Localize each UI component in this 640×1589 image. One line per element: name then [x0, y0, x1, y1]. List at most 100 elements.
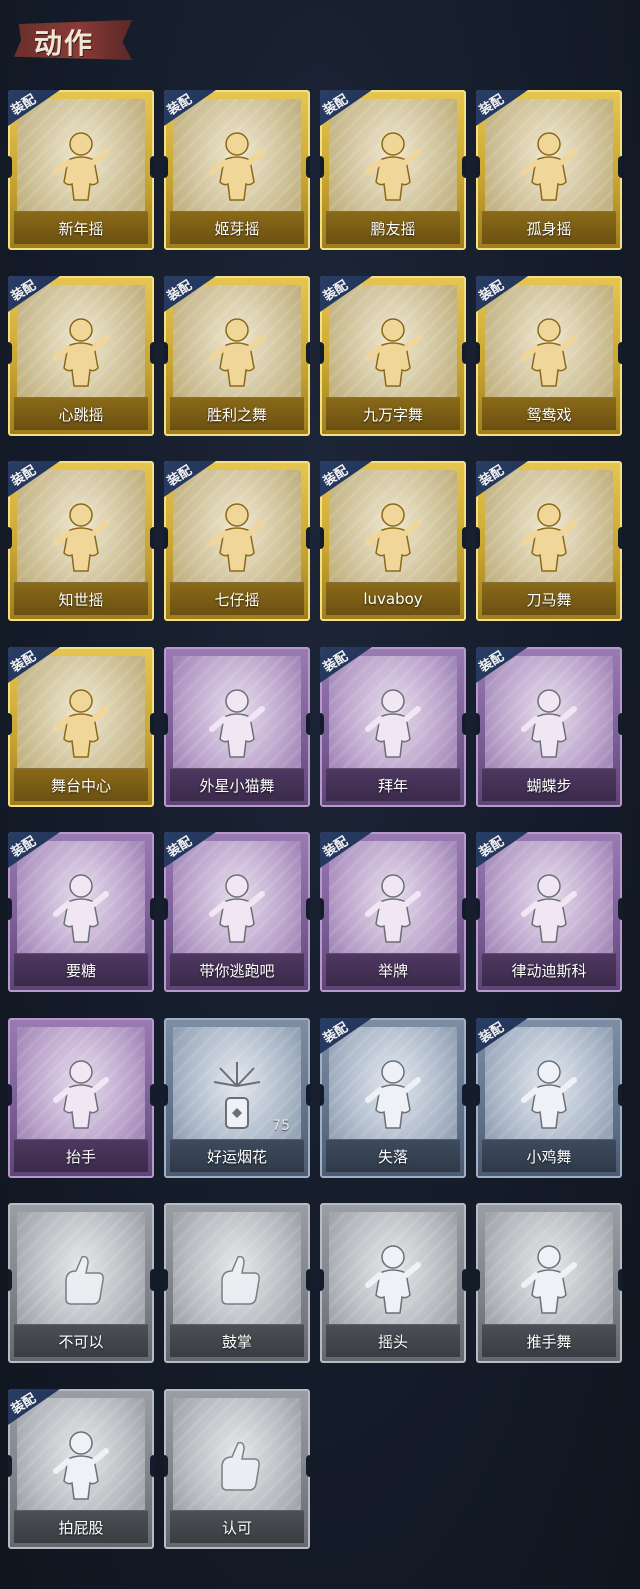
emote-card[interactable]: 拜年 装配: [320, 647, 466, 807]
emote-name: 知世摇: [14, 582, 148, 615]
card-notch: [8, 527, 12, 549]
emote-name: 失落: [326, 1139, 460, 1172]
card-notch: [320, 1084, 324, 1106]
emote-name: 鸳鸯戏: [482, 397, 616, 430]
emote-grid: 新年摇 装配 姬芽摇 装配 鹏友摇 装配 孤身摇 装配 心跳摇 装配 胜利之舞 …: [0, 0, 640, 1589]
emote-card[interactable]: 认可: [164, 1389, 310, 1549]
emote-card[interactable]: 心跳摇 装配: [8, 276, 154, 436]
card-notch: [618, 713, 622, 735]
card-notch: [150, 342, 154, 364]
sign-holding-figure-icon: [358, 870, 428, 948]
card-notch: [476, 898, 480, 920]
emote-name: 舞台中心: [14, 768, 148, 801]
card-notch: [462, 156, 466, 178]
emote-card[interactable]: 舞台中心 装配: [8, 647, 154, 807]
card-notch: [8, 156, 12, 178]
thumbs-up-icon: [202, 1427, 272, 1505]
dancer-figure-icon: [46, 314, 116, 392]
emote-card[interactable]: 不可以: [8, 1203, 154, 1363]
card-notch: [306, 156, 310, 178]
emote-card[interactable]: 举牌 装配: [320, 832, 466, 992]
emote-name: 好运烟花: [170, 1139, 304, 1172]
card-notch: [462, 1269, 466, 1291]
card-notch: [618, 342, 622, 364]
card-notch: [8, 898, 12, 920]
raising-hand-figure-icon: [46, 1056, 116, 1134]
card-notch: [618, 898, 622, 920]
emote-name: 拍屁股: [14, 1510, 148, 1543]
card-notch: [150, 1269, 154, 1291]
emote-card[interactable]: 抬手: [8, 1018, 154, 1178]
dancer-figure-icon: [514, 499, 584, 577]
emote-card[interactable]: 胜利之舞 装配: [164, 276, 310, 436]
emote-card[interactable]: 推手舞: [476, 1203, 622, 1363]
emote-card[interactable]: 好运烟花 75: [164, 1018, 310, 1178]
emote-card[interactable]: 姬芽摇 装配: [164, 90, 310, 250]
card-notch: [8, 1269, 12, 1291]
emote-name: 摇头: [326, 1324, 460, 1357]
dancer-figure-icon: [514, 685, 584, 763]
emote-name: 七仔摇: [170, 582, 304, 615]
card-notch: [306, 1269, 310, 1291]
card-notch: [320, 156, 324, 178]
dancer-figure-icon: [202, 499, 272, 577]
emote-name: 九万字舞: [326, 397, 460, 430]
emote-name: 新年摇: [14, 211, 148, 244]
emote-card[interactable]: 蝴蝶步 装配: [476, 647, 622, 807]
emote-name: 鹏友摇: [326, 211, 460, 244]
emote-card[interactable]: 小鸡舞 装配: [476, 1018, 622, 1178]
emote-name: 孤身摇: [482, 211, 616, 244]
emote-name: 举牌: [326, 953, 460, 986]
emote-card[interactable]: 九万字舞 装配: [320, 276, 466, 436]
emote-card[interactable]: 失落 装配: [320, 1018, 466, 1178]
emote-name: 胜利之舞: [170, 397, 304, 430]
emote-name: luvaboy: [326, 582, 460, 615]
emote-card[interactable]: luvaboy 装配: [320, 461, 466, 621]
card-notch: [150, 1455, 154, 1477]
card-notch: [462, 1084, 466, 1106]
card-notch: [476, 1084, 480, 1106]
emote-name: 心跳摇: [14, 397, 148, 430]
card-notch: [8, 1084, 12, 1106]
emote-name: 蝴蝶步: [482, 768, 616, 801]
emote-name: 不可以: [14, 1324, 148, 1357]
emote-card[interactable]: 知世摇 装配: [8, 461, 154, 621]
dancer-figure-icon: [514, 128, 584, 206]
emote-card[interactable]: 孤身摇 装配: [476, 90, 622, 250]
emote-name: 推手舞: [482, 1324, 616, 1357]
card-notch: [150, 898, 154, 920]
emote-card[interactable]: 律动迪斯科 装配: [476, 832, 622, 992]
crawling-figure-icon: [358, 1056, 428, 1134]
emote-card[interactable]: 外星小猫舞: [164, 647, 310, 807]
emote-card[interactable]: 鼓掌: [164, 1203, 310, 1363]
card-notch: [164, 1269, 168, 1291]
card-notch: [476, 1269, 480, 1291]
emote-card[interactable]: 鸳鸯戏 装配: [476, 276, 622, 436]
card-notch: [150, 1084, 154, 1106]
emote-card[interactable]: 新年摇 装配: [8, 90, 154, 250]
card-notch: [618, 156, 622, 178]
emote-card[interactable]: 带你逃跑吧 装配: [164, 832, 310, 992]
card-notch: [306, 527, 310, 549]
card-notch: [476, 342, 480, 364]
card-notch: [306, 1455, 310, 1477]
dancer-figure-icon: [202, 128, 272, 206]
card-notch: [320, 527, 324, 549]
emote-card[interactable]: 摇头: [320, 1203, 466, 1363]
dancer-figure-icon: [46, 499, 116, 577]
emote-name: 律动迪斯科: [482, 953, 616, 986]
card-notch: [164, 1084, 168, 1106]
emote-card[interactable]: 拍屁股 装配: [8, 1389, 154, 1549]
card-notch: [306, 713, 310, 735]
emote-card[interactable]: 七仔摇 装配: [164, 461, 310, 621]
emote-card[interactable]: 要糖 装配: [8, 832, 154, 992]
butt-pat-figure-icon: [46, 1427, 116, 1505]
card-notch: [320, 713, 324, 735]
reaching-figure-icon: [46, 870, 116, 948]
emote-name: 刀马舞: [482, 582, 616, 615]
card-notch: [462, 527, 466, 549]
emote-name: 拜年: [326, 768, 460, 801]
emote-card[interactable]: 鹏友摇 装配: [320, 90, 466, 250]
dancer-figure-icon: [358, 499, 428, 577]
emote-card[interactable]: 刀马舞 装配: [476, 461, 622, 621]
